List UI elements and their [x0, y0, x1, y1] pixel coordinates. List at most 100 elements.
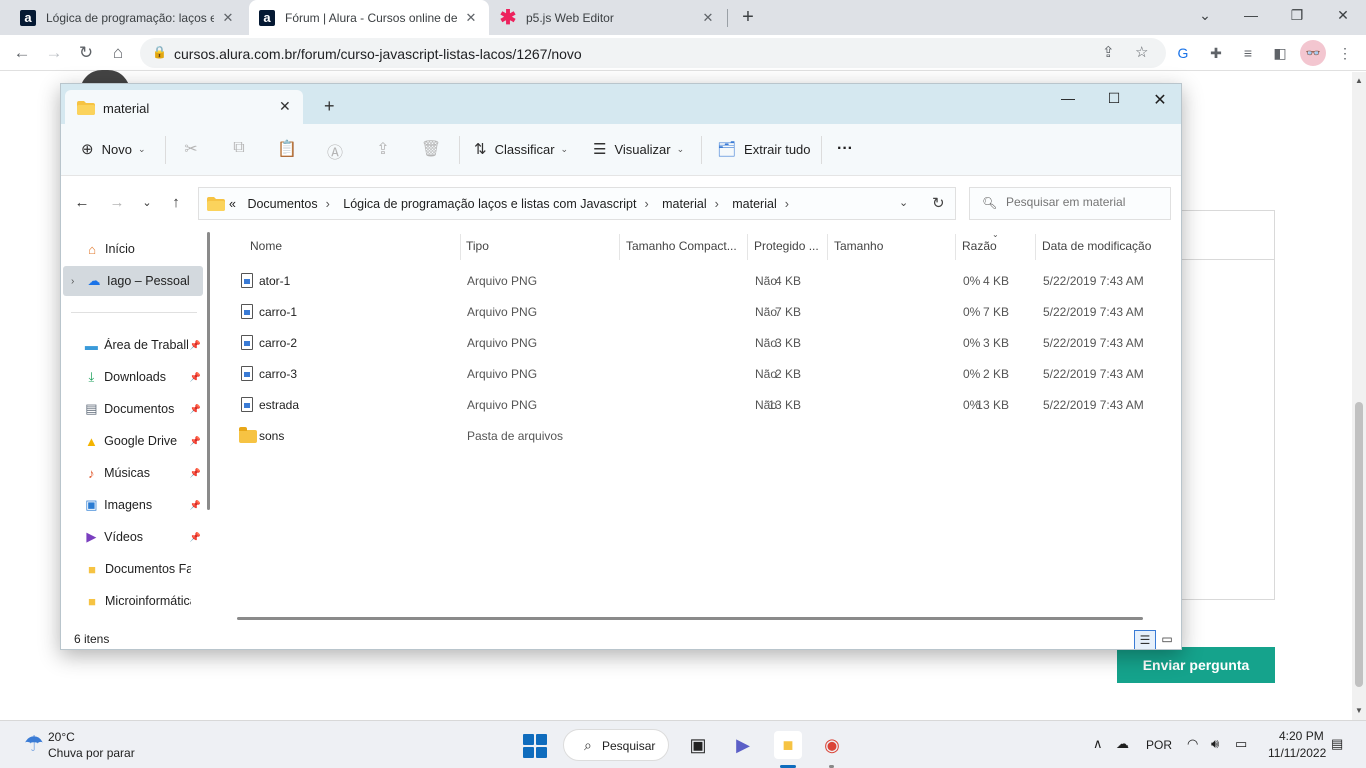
forward-arrow-icon[interactable]: → — [42, 41, 66, 65]
close-window-button[interactable]: ✕ — [1320, 0, 1366, 32]
task-view-icon[interactable]: ▣ — [684, 731, 712, 759]
close-tab-icon[interactable]: ✕ — [700, 10, 716, 26]
scroll-up-arrow-icon[interactable]: ▲ — [1355, 76, 1363, 85]
breadcrumb-item-material-inner[interactable]: material — [732, 197, 776, 211]
column-header-type[interactable]: Tipo — [466, 239, 616, 253]
scroll-down-arrow-icon[interactable]: ▼ — [1355, 706, 1363, 715]
home-icon[interactable]: ⌂ — [106, 41, 130, 65]
share-icon[interactable]: ⇪ — [372, 139, 394, 159]
column-divider[interactable] — [747, 234, 748, 260]
nav-item-google-drive[interactable]: ▲ Google Drive 📌 — [61, 426, 201, 456]
notification-icon[interactable]: ▤ — [1331, 736, 1343, 752]
browser-tab-p5js[interactable]: ✱ p5.js Web Editor ✕ — [490, 0, 726, 35]
new-button[interactable]: ⊕ Novo ⌄ — [81, 140, 145, 158]
breadcrumb-item-documentos[interactable]: Documentos — [247, 197, 317, 211]
rename-icon[interactable]: Ⓐ — [324, 139, 346, 163]
pin-icon[interactable]: 📌 — [190, 500, 201, 511]
chevron-right-icon[interactable]: › — [715, 197, 719, 211]
page-scroll-thumb[interactable] — [1355, 402, 1363, 687]
nav-scrollbar[interactable] — [207, 232, 210, 510]
delete-icon[interactable]: 🗑 — [420, 139, 442, 159]
media-queue-icon[interactable]: ≡ — [1237, 43, 1259, 65]
close-tab-icon[interactable]: ✕ — [463, 10, 479, 26]
url-text[interactable]: cursos.alura.com.br/forum/curso-javascri… — [174, 46, 582, 62]
extensions-puzzle-icon[interactable]: ✚ — [1205, 43, 1227, 65]
refresh-icon[interactable]: ↻ — [932, 194, 945, 212]
paste-icon[interactable]: 📋 — [276, 139, 298, 159]
send-question-button[interactable]: Enviar pergunta — [1117, 647, 1275, 683]
expand-chevron-icon[interactable]: › — [71, 276, 85, 287]
file-row[interactable]: sons Pasta de arquivos — [221, 421, 1181, 452]
clock-time[interactable]: 4:20 PM — [1279, 729, 1324, 743]
column-header-protected[interactable]: Protegido ... — [754, 239, 824, 253]
breadcrumb[interactable]: « Documentos › Lógica de programação laço… — [198, 187, 956, 220]
cut-icon[interactable]: ✂ — [180, 139, 202, 159]
chevron-right-icon[interactable]: › — [326, 197, 330, 211]
teams-chat-icon[interactable]: ▶ — [729, 731, 757, 759]
view-button[interactable]: ☰ Visualizar ⌄ — [593, 140, 684, 158]
forward-arrow-icon[interactable]: → — [107, 194, 127, 211]
profile-avatar[interactable]: 👓 — [1300, 40, 1326, 66]
details-view-icon[interactable]: ☰ — [1134, 630, 1156, 649]
restore-window-button[interactable]: ❐ — [1274, 0, 1320, 32]
column-header-size[interactable]: Tamanho — [834, 239, 944, 253]
file-explorer-taskbar-icon[interactable]: ■ — [774, 731, 802, 759]
share-icon[interactable]: ⇪ — [1102, 43, 1115, 61]
minimize-button[interactable]: — — [1045, 90, 1091, 106]
new-tab-button[interactable]: + — [736, 6, 760, 30]
input-language[interactable]: POR — [1146, 738, 1172, 752]
maximize-button[interactable]: ☐ — [1091, 90, 1137, 107]
nav-item-home[interactable]: ⌂ Início — [61, 234, 201, 264]
recent-locations-chevron-icon[interactable]: ⌄ — [137, 196, 157, 209]
weather-description[interactable]: Chuva por parar — [48, 746, 135, 760]
minimize-window-button[interactable]: — — [1228, 0, 1274, 32]
browser-tab-forum[interactable]: a Fórum | Alura - Cursos online de ✕ — [249, 0, 489, 35]
pin-icon[interactable]: 📌 — [190, 340, 201, 351]
column-divider[interactable] — [460, 234, 461, 260]
file-row[interactable]: carro-1 Arquivo PNG 7 KB Não 7 KB 0% 5/22/2019… — [221, 297, 1181, 328]
file-row[interactable]: carro-2 Arquivo PNG 3 KB Não 3 KB 0% 5/22/2019… — [221, 328, 1181, 359]
wifi-icon[interactable]: ◠ — [1187, 736, 1198, 752]
pin-icon[interactable]: 📌 — [190, 436, 201, 447]
chevron-right-icon[interactable]: › — [644, 197, 648, 211]
column-header-ratio[interactable]: Razão — [962, 239, 1022, 253]
horizontal-scrollbar[interactable] — [237, 617, 1143, 620]
breadcrumb-overflow[interactable]: « — [229, 197, 236, 211]
taskbar-search-button[interactable]: ⌕ Pesquisar — [563, 729, 669, 761]
clock-date[interactable]: 11/11/2022 — [1268, 746, 1326, 760]
breadcrumb-item-course[interactable]: Lógica de programação laços e listas com… — [343, 197, 636, 211]
column-divider[interactable] — [1035, 234, 1036, 260]
close-button[interactable]: ✕ — [1137, 90, 1181, 110]
chrome-taskbar-icon[interactable]: ◉ — [818, 731, 846, 759]
battery-icon[interactable]: ▭ — [1235, 736, 1247, 752]
explorer-tab[interactable]: material ✕ — [65, 90, 303, 124]
up-arrow-icon[interactable]: ↑ — [166, 194, 186, 211]
address-bar[interactable]: 🔒 cursos.alura.com.br/forum/curso-javasc… — [140, 38, 1166, 68]
copy-icon[interactable]: ⧉ — [228, 139, 250, 157]
translate-extension-icon[interactable]: G — [1172, 43, 1194, 65]
tab-search-chevron-icon[interactable]: ⌄ — [1182, 0, 1228, 32]
volume-icon[interactable]: 🔊︎ — [1211, 736, 1219, 752]
page-scrollbar[interactable]: ▲ ▼ — [1352, 72, 1366, 720]
close-tab-icon[interactable]: ✕ — [220, 10, 236, 26]
column-header-name[interactable]: Nome — [250, 239, 450, 253]
reload-icon[interactable]: ↻ — [74, 41, 98, 65]
file-row[interactable]: estrada Arquivo PNG 13 KB Não 13 KB 0% 5/22/20… — [221, 390, 1181, 421]
nav-item-desktop[interactable]: ▬ Área de Trabalho 📌 — [61, 330, 201, 360]
back-arrow-icon[interactable]: ← — [10, 41, 34, 65]
column-divider[interactable] — [619, 234, 620, 260]
column-divider[interactable] — [827, 234, 828, 260]
nav-item-microinformatica[interactable]: ■ Microinformática — [61, 586, 201, 616]
tiles-view-icon[interactable]: ▭ — [1156, 630, 1178, 649]
file-row[interactable]: carro-3 Arquivo PNG 2 KB Não 2 KB 0% 5/22/2019… — [221, 359, 1181, 390]
nav-item-documentos-fatec[interactable]: ■ Documentos Fatec — [61, 554, 201, 584]
pin-icon[interactable]: 📌 — [190, 372, 201, 383]
address-dropdown-icon[interactable]: ⌄ — [899, 196, 908, 209]
onedrive-cloud-icon[interactable]: ☁ — [1116, 736, 1129, 752]
search-box[interactable]: 🔍︎ — [969, 187, 1171, 220]
rain-weather-icon[interactable]: ☂ — [24, 731, 44, 757]
weather-temperature[interactable]: 20°C — [48, 730, 75, 744]
kebab-menu-icon[interactable]: ⋮ — [1334, 43, 1356, 65]
pin-icon[interactable]: 📌 — [190, 532, 201, 543]
lock-icon[interactable]: 🔒 — [152, 45, 167, 59]
